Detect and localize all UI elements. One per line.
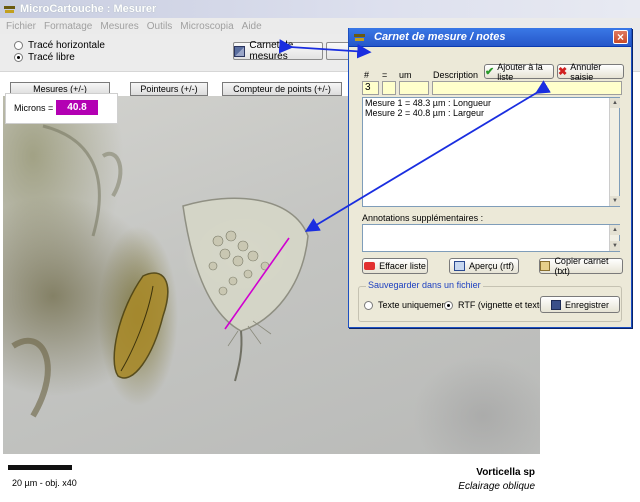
arrow-dialog-to-measure bbox=[304, 80, 551, 232]
annotation-arrows bbox=[278, 39, 551, 232]
arrow-toolbar-to-dialog bbox=[278, 39, 372, 59]
